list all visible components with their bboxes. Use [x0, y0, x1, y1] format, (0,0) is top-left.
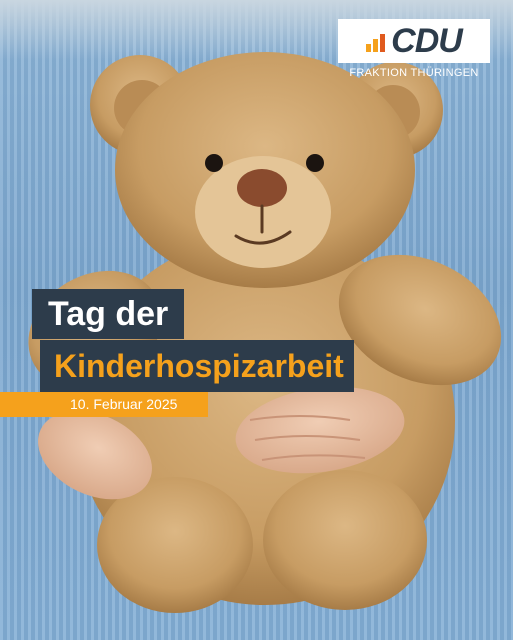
headline-line-1: Tag der [32, 289, 185, 339]
logo-text: CDU [391, 22, 463, 60]
bear-nose [237, 169, 287, 207]
date-text: 10. Februar 2025 [70, 396, 178, 412]
cdu-logo: CDU [338, 19, 490, 63]
logo-bars-icon [366, 30, 387, 52]
logo-bar [380, 34, 386, 52]
bear-leg-right [263, 470, 427, 610]
bear-eye-right [306, 154, 324, 172]
bear-eye-left [205, 154, 223, 172]
logo-bar [366, 44, 372, 52]
date-banner: 10. Februar 2025 [0, 392, 208, 417]
logo-bar [373, 39, 379, 52]
poster: CDU FRAKTION THÜRINGEN Tag der Kinderhos… [0, 0, 513, 640]
logo-subtitle: FRAKTION THÜRINGEN [349, 67, 479, 79]
headline-line-2: Kinderhospizarbeit [40, 340, 354, 392]
